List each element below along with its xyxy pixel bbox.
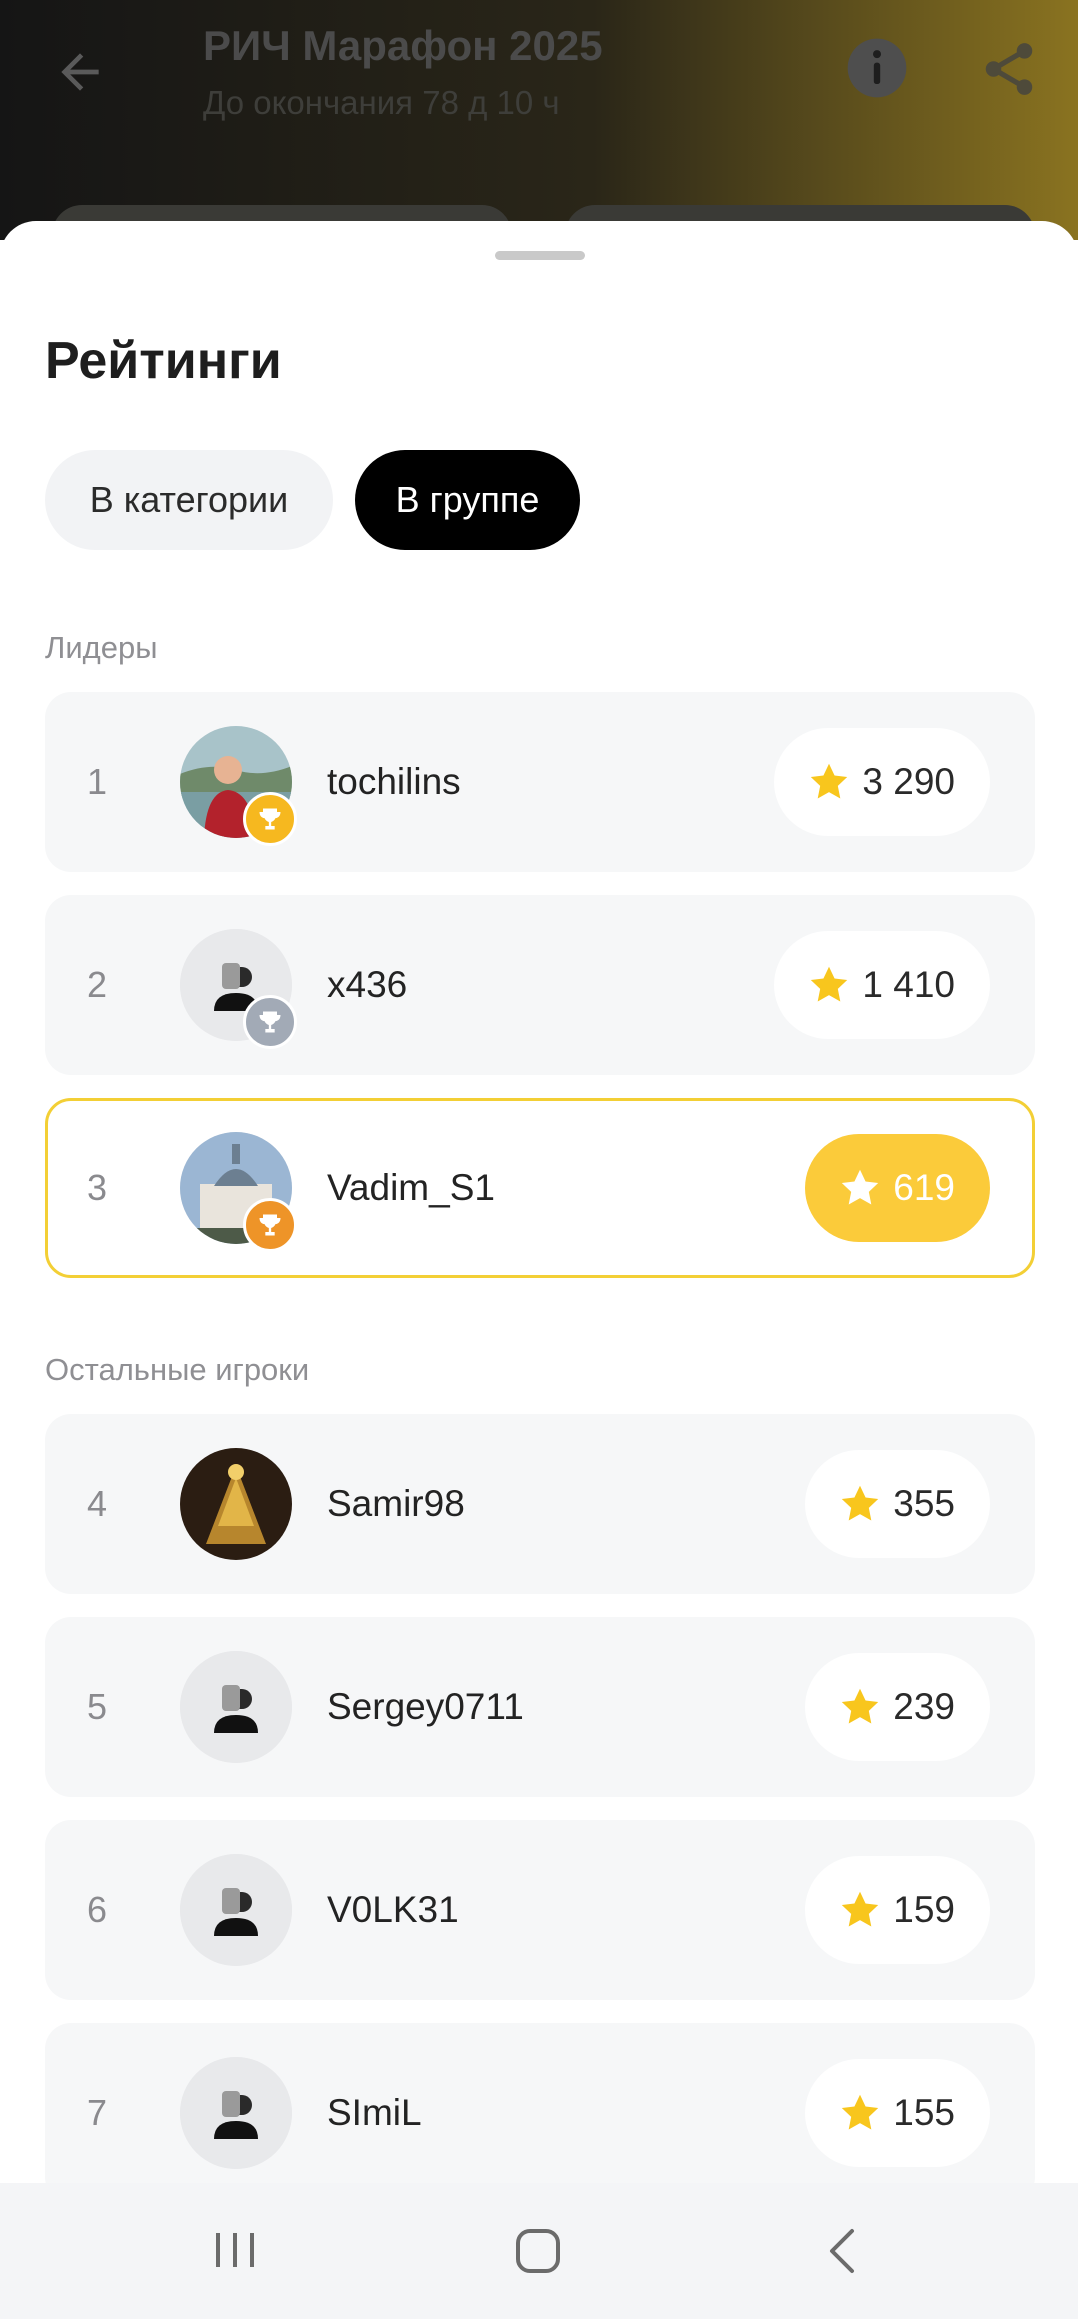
score-badge: 3 290 [774,728,990,836]
score-value: 155 [893,2092,955,2133]
player-row[interactable]: 7 SImiL 155 [45,2023,1035,2203]
player-row[interactable]: 4 Samir98 355 [45,1414,1035,1594]
recent-apps-icon[interactable] [210,2225,260,2275]
star-icon [811,763,848,799]
rank-number: 6 [87,1889,108,1930]
tab-in-category[interactable]: В категории [45,450,333,550]
player-row[interactable]: 6 V0LK31 159 [45,1820,1035,2000]
avatar [180,1448,292,1560]
countdown-text: До окончания 78 д 10 ч [203,84,560,121]
sheet-drag-handle[interactable] [495,251,585,260]
home-icon[interactable] [512,2225,564,2277]
score-value: 355 [893,1483,955,1524]
leader-row[interactable]: 1 tochilins 3 290 [45,692,1035,872]
score-badge: 1 410 [774,931,990,1039]
arrow-left-icon[interactable] [52,44,108,100]
score-value: 1 410 [862,964,955,1005]
score-badge: 239 [805,1653,990,1761]
default-avatar-icon [180,1651,292,1763]
score-badge: 355 [805,1450,990,1558]
others-section-label: Остальные игроки [45,1352,310,1387]
sheet-title: Рейтинги [45,332,282,390]
player-name: tochilins [327,761,461,802]
star-icon [842,1169,879,1205]
player-name: Vadim_S1 [327,1167,495,1208]
player-name: V0LK31 [327,1889,459,1930]
player-name: SImiL [327,2092,422,2133]
rank-number: 2 [87,964,108,1005]
rank-number: 3 [87,1167,108,1208]
info-icon[interactable] [845,36,909,100]
gold-trophy-icon [243,792,297,846]
system-nav-bar [0,2183,1078,2319]
star-icon [811,966,848,1002]
player-row[interactable]: 5 Sergey0711 239 [45,1617,1035,1797]
star-icon [842,1688,879,1724]
score-value: 3 290 [862,761,955,802]
star-icon [842,1891,879,1927]
share-icon[interactable] [978,38,1040,100]
back-icon[interactable] [820,2225,866,2277]
current-user-row[interactable]: 3 Vadim_S1 619 [45,1098,1035,1278]
default-avatar-icon [180,1854,292,1966]
star-icon [842,2094,879,2130]
leaders-section-label: Лидеры [45,630,158,665]
score-badge: 619 [805,1134,990,1242]
silver-trophy-icon [243,995,297,1049]
score-badge: 159 [805,1856,990,1964]
default-avatar-icon [180,2057,292,2169]
app-bar: РИЧ Марафон 2025 До окончания 78 д 10 ч [0,0,1078,265]
ratings-sheet: Рейтинги В категории В группе Лидеры 1 t… [0,221,1078,2319]
rank-number: 5 [87,1686,108,1727]
page-title: РИЧ Марафон 2025 [203,22,603,69]
rank-number: 1 [87,761,108,802]
score-value: 619 [893,1167,955,1208]
leader-row[interactable]: 2 x436 1 410 [45,895,1035,1075]
player-name: Sergey0711 [327,1686,524,1727]
bronze-trophy-icon [243,1198,297,1252]
tab-in-group[interactable]: В группе [355,450,580,550]
score-badge: 155 [805,2059,990,2167]
player-name: x436 [327,964,408,1005]
score-value: 239 [893,1686,955,1727]
rank-number: 7 [87,2092,108,2133]
star-icon [842,1485,879,1521]
rank-number: 4 [87,1483,108,1524]
score-value: 159 [893,1889,955,1930]
player-name: Samir98 [327,1483,465,1524]
